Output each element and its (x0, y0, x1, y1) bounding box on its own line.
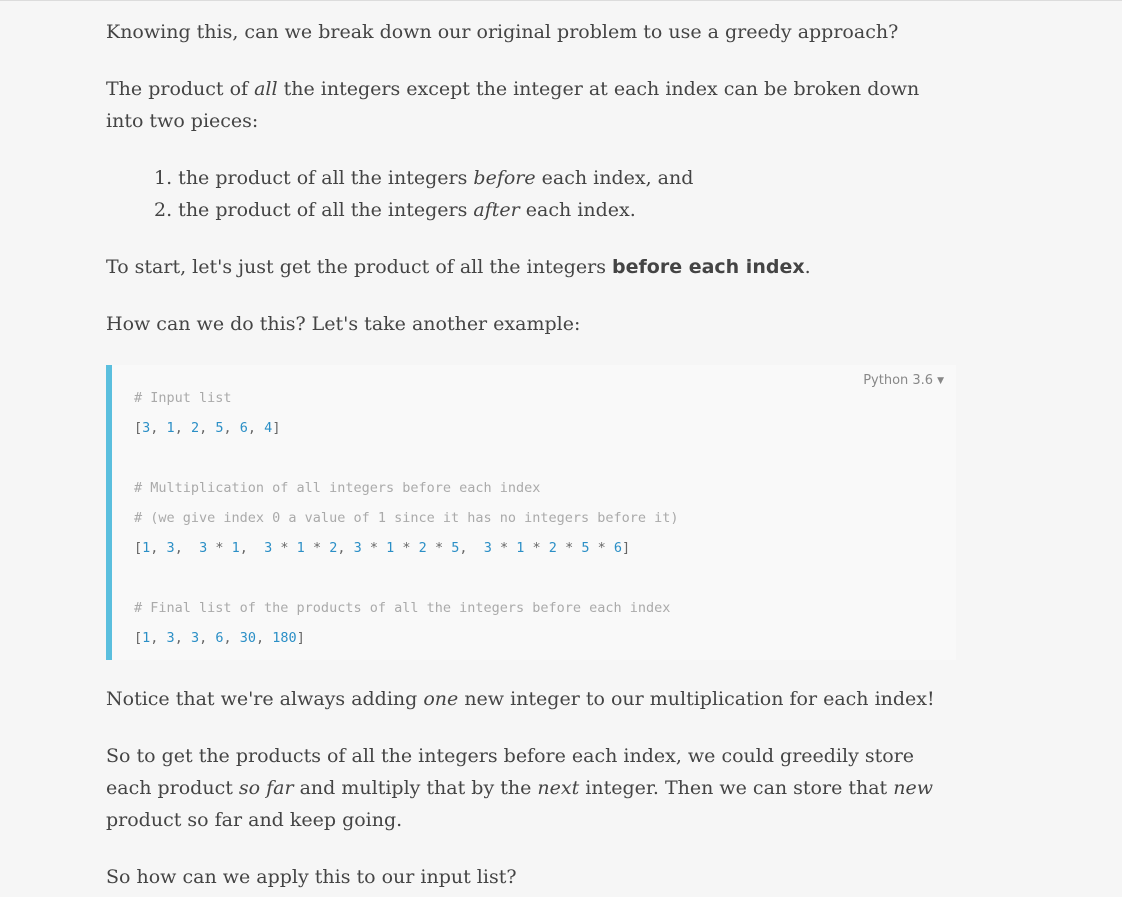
code-number: 3 (190, 630, 200, 646)
code-number: 6 (215, 630, 224, 646)
paragraph-example: How can we do this? Let's take another e… (106, 313, 581, 335)
emphasis: after (473, 199, 520, 221)
text: each index, and (535, 167, 694, 189)
paragraph-start: To start, let's just get the product of … (106, 251, 811, 283)
code-block: Python 3.6 ▼ # Input list [3, 1, 2, 5, 6,… (106, 365, 956, 660)
top-divider (0, 0, 1122, 1)
text: each index. (519, 199, 636, 221)
paragraph-product-breakdown: The product of all the integers except t… (106, 73, 936, 137)
emphasis: next (537, 777, 580, 799)
list-number: 2. (154, 199, 173, 221)
caret-down-icon: ▼ (937, 376, 944, 386)
text: and multiply that by the (293, 777, 538, 799)
text: To start, let's just get the product of … (106, 256, 613, 278)
code-comment: # (we give index 0 a value of 1 since it… (134, 510, 679, 526)
breakdown-list: 1. the product of all the integers befor… (154, 162, 693, 226)
code-comment: # Final list of the products of all the … (134, 600, 671, 616)
emphasis: all (254, 78, 278, 100)
text: . (804, 256, 811, 278)
code-line-final-list: [1, 3, 3, 6, 30, 180] (134, 630, 305, 646)
text: the product of all the integers (172, 167, 474, 189)
code-comment: # Multiplication of all integers before … (134, 480, 541, 496)
list-item: 2. the product of all the integers after… (154, 194, 693, 226)
emphasis: before (473, 167, 536, 189)
text: the product of all the integers (172, 199, 474, 221)
code-content: # Input list [3, 1, 2, 5, 6, 4] # Multip… (134, 383, 679, 653)
text: The product of (106, 78, 255, 100)
bold-text: before each index (612, 256, 805, 278)
code-number: 3 (166, 630, 175, 646)
emphasis: new (893, 777, 933, 799)
list-item: 1. the product of all the integers befor… (154, 162, 693, 194)
code-number: 6 (239, 420, 248, 436)
code-number: 2 (190, 420, 200, 436)
code-number: 1 (166, 420, 175, 436)
paragraph-apply: So how can we apply this to our input li… (106, 866, 517, 888)
text: integer. Then we can store that (579, 777, 894, 799)
paragraph-notice: Notice that we're always adding one new … (106, 683, 935, 715)
text: product so far and keep going. (106, 809, 403, 831)
language-selector[interactable]: Python 3.6 ▼ (863, 373, 944, 388)
code-number: 5 (215, 420, 224, 436)
code-line-multiplications: [1, 3, 3 * 1, 3 * 1 * 2, 3 * 1 * 2 * 5, … (134, 540, 631, 556)
code-number: 30 (239, 630, 257, 646)
emphasis: one (423, 688, 459, 710)
text: new integer to our multiplication for ea… (458, 688, 935, 710)
code-line-input-list: [3, 1, 2, 5, 6, 4] (134, 420, 281, 436)
paragraph-greedy-question: Knowing this, can we break down our orig… (106, 21, 899, 43)
code-number: 180 (272, 630, 297, 646)
emphasis: so far (238, 777, 294, 799)
list-number: 1. (154, 167, 173, 189)
text: Notice that we're always adding (106, 688, 424, 710)
code-comment: # Input list (134, 390, 232, 406)
language-label: Python 3.6 (863, 373, 934, 388)
paragraph-greedy-store: So to get the products of all the intege… (106, 740, 956, 836)
